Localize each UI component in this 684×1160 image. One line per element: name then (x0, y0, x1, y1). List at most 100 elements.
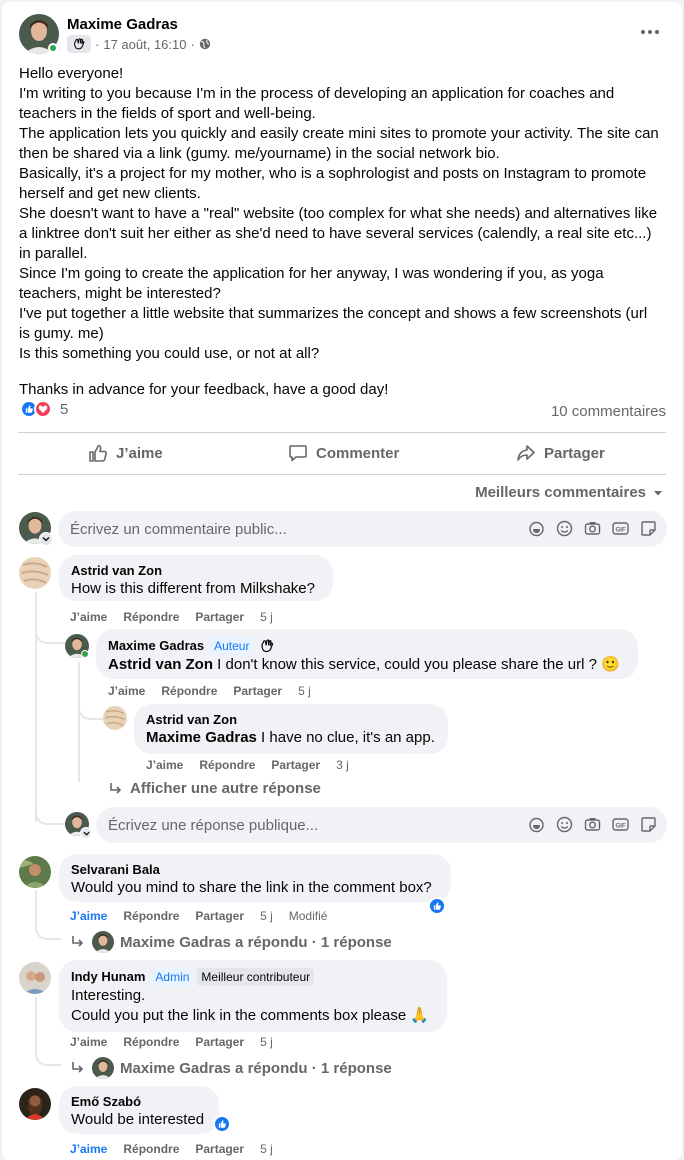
comment-reply-button[interactable]: Répondre (199, 758, 255, 772)
like-reaction-icon[interactable] (213, 1115, 231, 1133)
commenter-name[interactable]: Astrid van Zon (146, 712, 436, 728)
svg-text:GIF: GIF (616, 528, 626, 534)
profile-switch-chevron-icon[interactable] (39, 532, 53, 546)
comment-reply-button[interactable]: Répondre (123, 909, 179, 923)
comment-reply-button[interactable]: Répondre (161, 684, 217, 698)
emoji-icon[interactable] (556, 816, 573, 833)
share-button[interactable]: Partager (516, 443, 605, 463)
thread-connector (35, 914, 61, 940)
comment-like-button[interactable]: J’aime (70, 909, 107, 923)
commenter-avatar[interactable] (19, 962, 51, 994)
comment-input[interactable]: Écrivez un commentaire public... GIF (58, 511, 667, 547)
comment-header: Maxime Gadras Auteur (108, 637, 626, 655)
commenter-name[interactable]: Selvarani Bala (71, 862, 439, 878)
camera-icon[interactable] (584, 520, 601, 537)
thread-line (78, 662, 80, 782)
comment-time[interactable]: 5 j (298, 684, 311, 698)
comment-actions: J’aime Répondre Partager 5 j Modifié (70, 909, 327, 923)
thread-connector (35, 797, 65, 825)
post-paragraph: Basically, it's a project for my mother,… (19, 165, 647, 202)
comment-reply-button[interactable]: Répondre (123, 610, 179, 624)
commenter-avatar[interactable] (19, 557, 51, 589)
more-options-icon[interactable] (638, 22, 662, 42)
reactions-summary[interactable]: 5 (20, 400, 68, 418)
comment-icon (289, 445, 307, 462)
comment-time[interactable]: 5 j (260, 1142, 273, 1156)
thread-connector (35, 1040, 61, 1066)
comment-count[interactable]: 10 commentaires (551, 403, 666, 420)
comment-text: Maxime Gadras I have no clue, it's an ap… (146, 729, 435, 746)
commenter-name[interactable]: Emő Szabó (71, 1094, 207, 1110)
comment-reply-button[interactable]: Répondre (123, 1035, 179, 1049)
comment-reply-button[interactable]: Répondre (123, 1142, 179, 1156)
view-replies-link[interactable]: Maxime Gadras a répondu · 1 réponse (70, 1057, 392, 1079)
composer-tools: GIF (528, 816, 657, 833)
emoji-icon[interactable] (556, 520, 573, 537)
wave-badge-icon (259, 638, 275, 654)
view-replies-link[interactable]: Maxime Gadras a répondu · 1 réponse (70, 931, 392, 953)
commenter-name[interactable]: Indy Hunam (71, 969, 145, 985)
comment-time[interactable]: 3 j (336, 758, 349, 772)
post-paragraph: I've put together a little website that … (19, 305, 648, 342)
post-author-name[interactable]: Maxime Gadras (67, 16, 178, 33)
reply-input[interactable]: Écrivez une réponse publique... GIF (96, 807, 667, 843)
online-indicator (48, 43, 58, 53)
comment-bubble: Maxime Gadras Auteur Astrid van Zon I do… (96, 629, 638, 679)
comment-bubble: Indy Hunam Admin Meilleur contributeur I… (59, 960, 447, 1032)
like-label: J’aime (116, 444, 163, 462)
comment-like-button[interactable]: J’aime (146, 758, 183, 772)
author-badge: Auteur (210, 637, 254, 655)
post-body: Hello everyone! I'm writing to you becau… (19, 64, 659, 400)
comment-time[interactable]: 5 j (260, 610, 273, 624)
comment-time[interactable]: 5 j (260, 1035, 273, 1049)
chevron-down-icon (654, 490, 662, 495)
comment-input-placeholder: Écrivez un commentaire public... (70, 520, 287, 538)
commenter-name[interactable]: Maxime Gadras (108, 638, 204, 654)
comment-actions: J’aime Répondre Partager 5 j (70, 1035, 273, 1049)
gif-icon[interactable]: GIF (612, 816, 629, 833)
comment-button[interactable]: Commenter (288, 443, 399, 463)
mention-link[interactable]: Astrid van Zon (108, 656, 213, 673)
post-paragraph: Since I'm going to create the applicatio… (19, 265, 604, 302)
show-more-replies[interactable]: Afficher une autre réponse (108, 780, 321, 797)
like-button[interactable]: J’aime (88, 443, 163, 463)
online-indicator (81, 650, 89, 658)
share-icon (517, 445, 535, 461)
comment-share-button[interactable]: Partager (195, 610, 244, 624)
comment-like-button[interactable]: J’aime (70, 1035, 107, 1049)
avatar-sticker-icon[interactable] (528, 816, 545, 833)
comment-share-button[interactable]: Partager (195, 909, 244, 923)
gif-icon[interactable]: GIF (612, 520, 629, 537)
comment-label: Commenter (316, 444, 400, 462)
edited-label: Modifié (288, 909, 328, 923)
comment-share-button[interactable]: Partager (195, 1142, 244, 1156)
comment-share-button[interactable]: Partager (195, 1035, 244, 1049)
profile-switch-chevron-icon[interactable] (80, 827, 92, 839)
comment-share-button[interactable]: Partager (271, 758, 320, 772)
comment-sort-dropdown[interactable]: Meilleurs commentaires (475, 484, 664, 501)
sticker-icon[interactable] (640, 520, 657, 537)
commenter-avatar[interactable] (19, 856, 51, 888)
comment-like-button[interactable]: J’aime (108, 684, 145, 698)
mention-link[interactable]: Maxime Gadras (146, 729, 257, 746)
reply-arrow-icon (110, 782, 122, 794)
commenter-avatar[interactable] (19, 1088, 51, 1120)
love-reaction-icon (34, 400, 52, 418)
divider (18, 474, 666, 475)
camera-icon[interactable] (584, 816, 601, 833)
sticker-icon[interactable] (640, 816, 657, 833)
reply-arrow-icon (72, 936, 84, 947)
avatar-sticker-icon[interactable] (528, 520, 545, 537)
commenter-name[interactable]: Astrid van Zon (71, 563, 321, 579)
like-reaction-icon[interactable] (428, 897, 446, 915)
replies-summary: Maxime Gadras a répondu · 1 réponse (120, 933, 392, 951)
comment-time[interactable]: 5 j (260, 909, 273, 923)
post-timestamp[interactable]: 17 août, 16:10 (103, 37, 186, 52)
comment-share-button[interactable]: Partager (233, 684, 282, 698)
thumbs-up-icon (89, 444, 107, 462)
comment-like-button[interactable]: J’aime (70, 610, 107, 624)
replier-avatar (92, 1057, 114, 1079)
comment-like-button[interactable]: J’aime (70, 1142, 107, 1156)
commenter-avatar[interactable] (103, 706, 127, 730)
post-paragraph: The application lets you quickly and eas… (19, 125, 659, 162)
